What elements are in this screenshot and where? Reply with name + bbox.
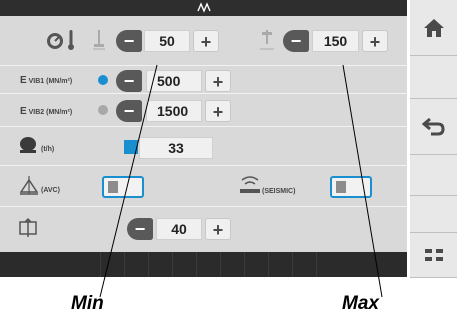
max-pointer-line xyxy=(342,64,383,298)
min-pointer-line xyxy=(99,64,158,298)
min-annotation: Min xyxy=(71,293,104,314)
annotation-lines xyxy=(99,64,383,298)
max-annotation: Max xyxy=(342,293,379,314)
